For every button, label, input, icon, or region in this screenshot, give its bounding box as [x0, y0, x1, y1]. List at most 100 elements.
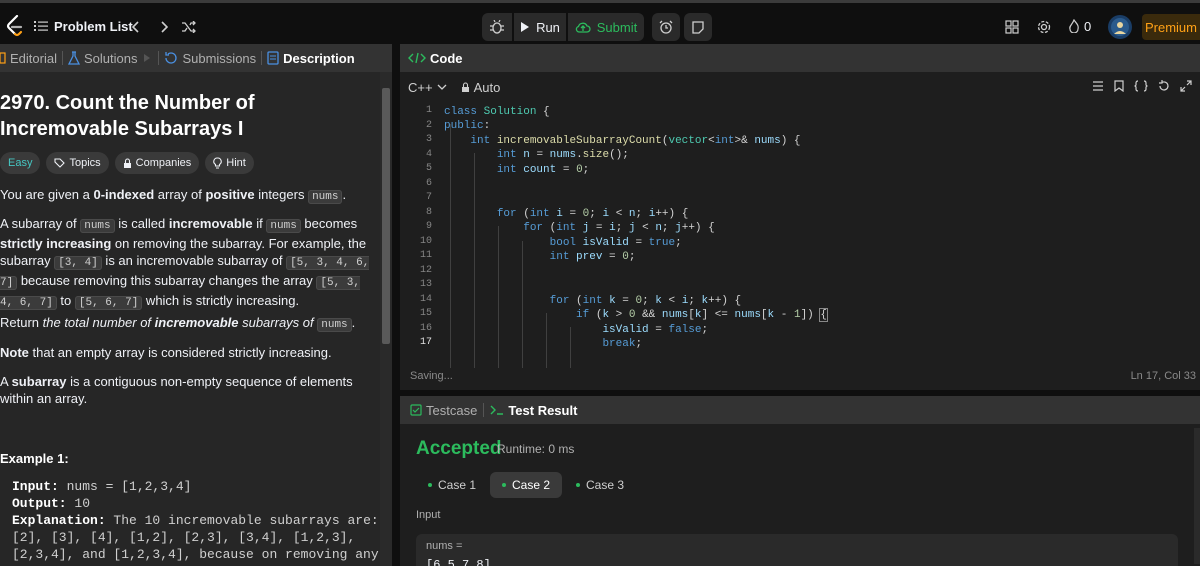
timer-button[interactable] — [652, 13, 680, 41]
topics-label: Topics — [69, 157, 101, 169]
debug-button[interactable] — [482, 13, 512, 41]
cloud-upload-icon — [575, 22, 591, 33]
result-scrollbar[interactable] — [1194, 428, 1200, 564]
chevron-left-icon — [132, 21, 139, 33]
tab-description[interactable]: Description — [262, 44, 360, 72]
flask-icon — [67, 51, 80, 65]
premium-button[interactable]: Premium — [1142, 14, 1200, 40]
braces-icon[interactable] — [1134, 80, 1148, 92]
case-1-label: Case 1 — [438, 478, 477, 492]
text: array of — [154, 187, 206, 202]
tab-testcase[interactable]: Testcase — [410, 403, 477, 418]
leetcode-logo[interactable] — [6, 15, 24, 37]
case-2-tab[interactable]: Case 2 — [490, 472, 563, 498]
tag-icon — [54, 157, 66, 168]
book-icon — [0, 52, 6, 64]
text: . — [351, 315, 356, 330]
hint-chip[interactable]: Hint — [205, 152, 254, 174]
input-label: Input — [416, 509, 441, 521]
code-line-9: for (int j = i; j < n; j++) { — [523, 222, 715, 234]
tab-test-result[interactable]: Test Result — [490, 403, 577, 418]
run-submit-group: Run Submit — [482, 13, 712, 41]
history-icon — [165, 52, 178, 64]
line-number: 5 — [425, 163, 432, 174]
problem-list-link[interactable]: Problem List — [34, 14, 133, 38]
passed-dot — [576, 483, 580, 487]
runtime: Runtime: 0 ms — [497, 442, 575, 456]
inline-code: nums — [80, 219, 115, 233]
case-3-tab[interactable]: Case 3 — [564, 472, 636, 498]
text: is an incremovable subarray of — [101, 253, 287, 268]
tab-solutions-label: Solutions — [83, 50, 138, 66]
left-tab-bar: Editorial Solutions Submissions Descript… — [0, 44, 392, 72]
italic-text: subarrays of — [238, 315, 318, 330]
text: integers — [254, 187, 309, 202]
random-problem-button[interactable] — [180, 17, 198, 37]
inline-code: [3, 4] — [54, 256, 102, 270]
horizontal-splitter[interactable] — [400, 390, 1200, 396]
output-label: Output: — [12, 496, 67, 511]
bug-icon — [490, 20, 504, 34]
code-line-15: if (k > 0 && nums[k] <= nums[k - 1]) { — [576, 308, 828, 322]
description-paragraph-3: Return the total number of incremovable … — [0, 314, 376, 334]
description-paragraph-5: A subarray is a contiguous non-empty seq… — [0, 373, 376, 407]
prev-problem-button[interactable] — [128, 17, 144, 37]
format-icon[interactable] — [1092, 80, 1104, 92]
input-value-box: nums = [6,5,7,8] — [416, 534, 1178, 566]
bold-text: incremovable — [168, 216, 253, 231]
language-select[interactable]: C++ — [408, 80, 447, 95]
tab-editorial[interactable]: Editorial — [0, 44, 62, 72]
description-scrollbar-thumb[interactable] — [382, 88, 390, 344]
tab-submissions-label: Submissions — [182, 50, 257, 66]
expand-icon[interactable] — [1180, 80, 1192, 92]
mode-select[interactable]: Auto — [461, 80, 500, 95]
top-navbar: Problem List Run Submit 0 Premium — [0, 0, 1200, 48]
vertical-splitter[interactable] — [392, 44, 400, 566]
tab-solutions[interactable]: Solutions — [63, 44, 142, 72]
param-name: nums = — [426, 540, 463, 552]
bookmark-icon[interactable] — [1114, 80, 1124, 92]
input-label: Input: — [12, 479, 59, 494]
code-header-label: Code — [430, 50, 463, 66]
lock-icon — [461, 81, 469, 92]
next-problem-button[interactable] — [156, 17, 172, 37]
companies-label: Companies — [135, 157, 192, 169]
passed-dot — [428, 483, 432, 487]
line-number: 10 — [419, 235, 432, 247]
code-line-14: for (int k = 0; k < i; k++) { — [549, 295, 742, 307]
bold-text: Note — [0, 345, 29, 360]
lightbulb-icon — [213, 157, 223, 169]
code-line-8: for (int i = 0; i < n; i++) { — [496, 208, 689, 220]
reset-icon[interactable] — [1158, 80, 1170, 92]
passed-dot — [502, 483, 506, 487]
line-number: 1 — [425, 105, 432, 116]
line-number: 12 — [419, 264, 432, 276]
submit-button[interactable]: Submit — [568, 13, 644, 41]
line-number: 13 — [419, 279, 432, 290]
text: You are given a — [0, 187, 94, 202]
tab-submissions[interactable]: Submissions — [159, 44, 261, 72]
line-number: 2 — [425, 119, 432, 131]
text: that an empty array is considered strict… — [28, 345, 332, 360]
verdict: Accepted — [416, 438, 502, 459]
code-icon — [408, 52, 426, 64]
document-icon — [267, 51, 279, 65]
text: becomes — [300, 216, 358, 231]
notes-button[interactable] — [684, 13, 712, 41]
avatar[interactable] — [1108, 15, 1132, 39]
gear-icon — [1037, 20, 1051, 34]
companies-chip[interactable]: Companies — [114, 152, 200, 174]
line-number: 17 — [419, 337, 432, 348]
inline-code: [5, 6, 7] — [74, 296, 143, 310]
inline-code: nums — [266, 219, 301, 233]
run-button[interactable]: Run — [514, 13, 566, 41]
text: to — [56, 293, 75, 308]
streak-counter[interactable]: 0 — [1068, 14, 1091, 38]
settings-button[interactable] — [1034, 17, 1054, 37]
streak-count: 0 — [1084, 18, 1092, 34]
problem-title[interactable]: 2970. Count the Number of Incremovable S… — [0, 90, 380, 142]
text: which is strictly increasing. — [142, 293, 300, 308]
topics-chip[interactable]: Topics — [46, 152, 109, 174]
layout-button[interactable] — [1002, 17, 1022, 37]
case-1-tab[interactable]: Case 1 — [416, 472, 488, 498]
